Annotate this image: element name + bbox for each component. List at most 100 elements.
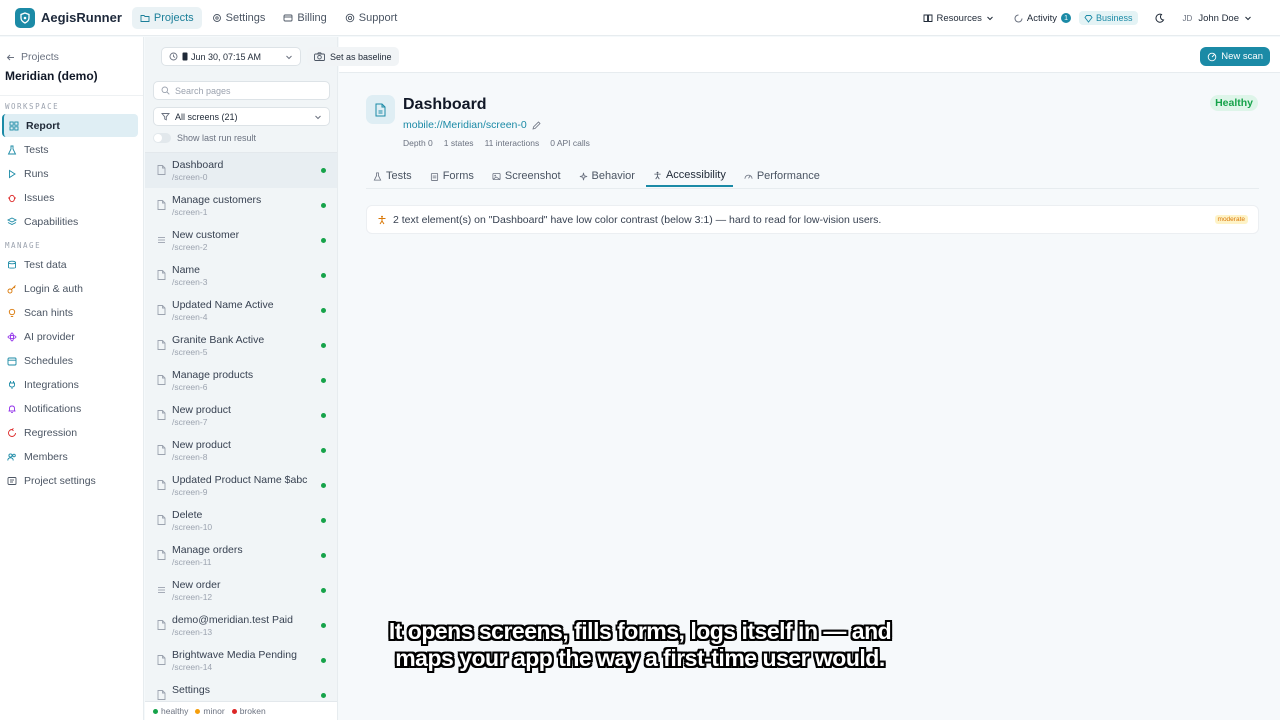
brand[interactable]: AegisRunner [15, 7, 122, 28]
sidebar-item-tests[interactable]: Tests [2, 138, 138, 161]
page-title-text: New order [172, 579, 221, 591]
run-select[interactable]: Jun 30, 07:15 AM [161, 47, 301, 66]
status-dot [321, 308, 326, 313]
page-file-icon [366, 95, 395, 124]
status-legend: healthy minor broken [145, 701, 337, 720]
sidebar-item-schedules[interactable]: Schedules [2, 349, 138, 372]
page-title-text: demo@meridian.test Paid [172, 614, 293, 626]
calendar-icon [7, 357, 17, 365]
sidebar-item-members[interactable]: Members [2, 445, 138, 468]
sidebar-item-integrations[interactable]: Integrations [2, 373, 138, 396]
sidebar-item-runs[interactable]: Runs [2, 162, 138, 185]
page-title-text: Delete [172, 509, 203, 521]
file-icon [157, 410, 166, 420]
chevron-down-icon [286, 55, 292, 60]
sidebar-item-ai-provider[interactable]: AI provider [2, 325, 138, 348]
tab-screenshot[interactable]: Screenshot [485, 165, 568, 187]
accessibility-issue-card[interactable]: 2 text element(s) on "Dashboard" have lo… [366, 205, 1259, 234]
list-item[interactable]: Brightwave Media Pending/screen-14 [145, 643, 337, 678]
list-item[interactable]: Manage products/screen-6 [145, 363, 337, 398]
regression-icon [8, 427, 16, 437]
grid-icon [9, 121, 19, 130]
sidebar-item-report[interactable]: Report [2, 114, 138, 137]
list-item[interactable]: demo@meridian.test Paid/screen-13 [145, 608, 337, 643]
list-item[interactable]: Manage orders/screen-11 [145, 538, 337, 573]
list-item[interactable]: Settings [145, 678, 337, 700]
pages-list: Dashboard/screen-0 Manage customers/scree… [145, 152, 337, 700]
tab-tests[interactable]: Tests [366, 165, 419, 187]
status-dot [321, 203, 326, 208]
list-item[interactable]: New order/screen-12 [145, 573, 337, 608]
users-icon [7, 452, 16, 461]
lightbulb-icon [8, 308, 16, 317]
sidebar-item-issues[interactable]: Issues [2, 186, 138, 209]
sidebar-item-capabilities[interactable]: Capabilities [2, 210, 138, 233]
image-icon [492, 172, 501, 180]
list-item[interactable]: Updated Product Name $abc/screen-9 [145, 468, 337, 503]
sidebar-item-scan-hints[interactable]: Scan hints [2, 301, 138, 324]
issue-text: 2 text element(s) on "Dashboard" have lo… [393, 213, 882, 226]
list-item[interactable]: Updated Name Active/screen-4 [145, 293, 337, 328]
list-item[interactable]: Dashboard/screen-0 [145, 153, 337, 188]
nav-projects[interactable]: Projects [131, 6, 202, 29]
accessibility-warning-icon [378, 215, 386, 224]
page-title-text: Name [172, 264, 201, 276]
sidebar-item-notifications[interactable]: Notifications [2, 397, 138, 420]
tab-performance[interactable]: Performance [737, 165, 827, 187]
back-to-projects[interactable]: Projects [6, 51, 143, 63]
search-input[interactable]: Search pages [153, 81, 330, 100]
nav-support[interactable]: Support [337, 7, 406, 29]
tab-behavior[interactable]: Behavior [572, 165, 642, 187]
page-title-text: Manage products [172, 369, 254, 381]
page-title-text: Granite Bank Active [172, 334, 265, 346]
flask-icon [373, 171, 382, 181]
toggle-switch[interactable] [153, 133, 171, 143]
status-dot [321, 273, 326, 278]
list-item[interactable]: Name/screen-3 [145, 258, 337, 293]
tab-accessibility[interactable]: Accessibility [645, 165, 733, 187]
page-path-text: /screen-6 [172, 382, 208, 392]
list-item[interactable]: New product/screen-7 [145, 398, 337, 433]
edit-icon[interactable] [532, 120, 541, 130]
sidebar-item-project-settings[interactable]: Project settings [2, 469, 138, 492]
nav-billing[interactable]: Billing [275, 7, 334, 29]
sparkle-icon [579, 172, 587, 180]
section-workspace: WORKSPACE [5, 102, 60, 111]
status-dot [321, 413, 326, 418]
set-baseline-button[interactable]: Set as baseline [307, 47, 399, 66]
user-menu[interactable]: JD John Doe [1183, 13, 1256, 24]
status-dot [321, 483, 326, 488]
list-icon [158, 237, 165, 243]
list-item[interactable]: New product/screen-8 [145, 433, 337, 468]
phone-icon [182, 52, 188, 61]
resources-menu[interactable]: Resources [923, 13, 998, 24]
activity-menu[interactable]: Activity 1 [1014, 13, 1072, 24]
accessibility-icon [654, 171, 661, 179]
page-url[interactable]: mobile://Meridian/screen-0 [403, 119, 541, 131]
sidebar-item-test-data[interactable]: Test data [2, 253, 138, 276]
theme-toggle[interactable] [1154, 13, 1169, 24]
list-item[interactable]: Manage customers/screen-1 [145, 188, 337, 223]
list-item[interactable]: Delete/screen-10 [145, 503, 337, 538]
status-dot [321, 448, 326, 453]
file-icon [157, 515, 166, 525]
tab-forms[interactable]: Forms [423, 165, 481, 187]
screen-filter-select[interactable]: All screens (21) [153, 107, 330, 126]
list-item[interactable]: Granite Bank Active/screen-5 [145, 328, 337, 363]
page-title-text: Settings [172, 684, 210, 696]
nav-settings[interactable]: Settings [204, 7, 274, 29]
file-icon [157, 200, 166, 210]
new-scan-button[interactable]: New scan [1200, 47, 1270, 66]
moon-icon [1154, 13, 1164, 23]
sidebar-item-login-auth[interactable]: Login & auth [2, 277, 138, 300]
divider [0, 95, 143, 96]
history-icon [169, 52, 178, 61]
sidebar-item-regression[interactable]: Regression [2, 421, 138, 444]
list-item[interactable]: New customer/screen-2 [145, 223, 337, 258]
severity-badge: moderate [1214, 215, 1248, 224]
page-title-text: New product [172, 439, 231, 451]
activity-count-badge: 1 [1061, 13, 1072, 23]
support-icon [345, 13, 355, 22]
show-last-run-toggle[interactable]: Show last run result [153, 133, 256, 143]
file-icon [157, 480, 166, 490]
